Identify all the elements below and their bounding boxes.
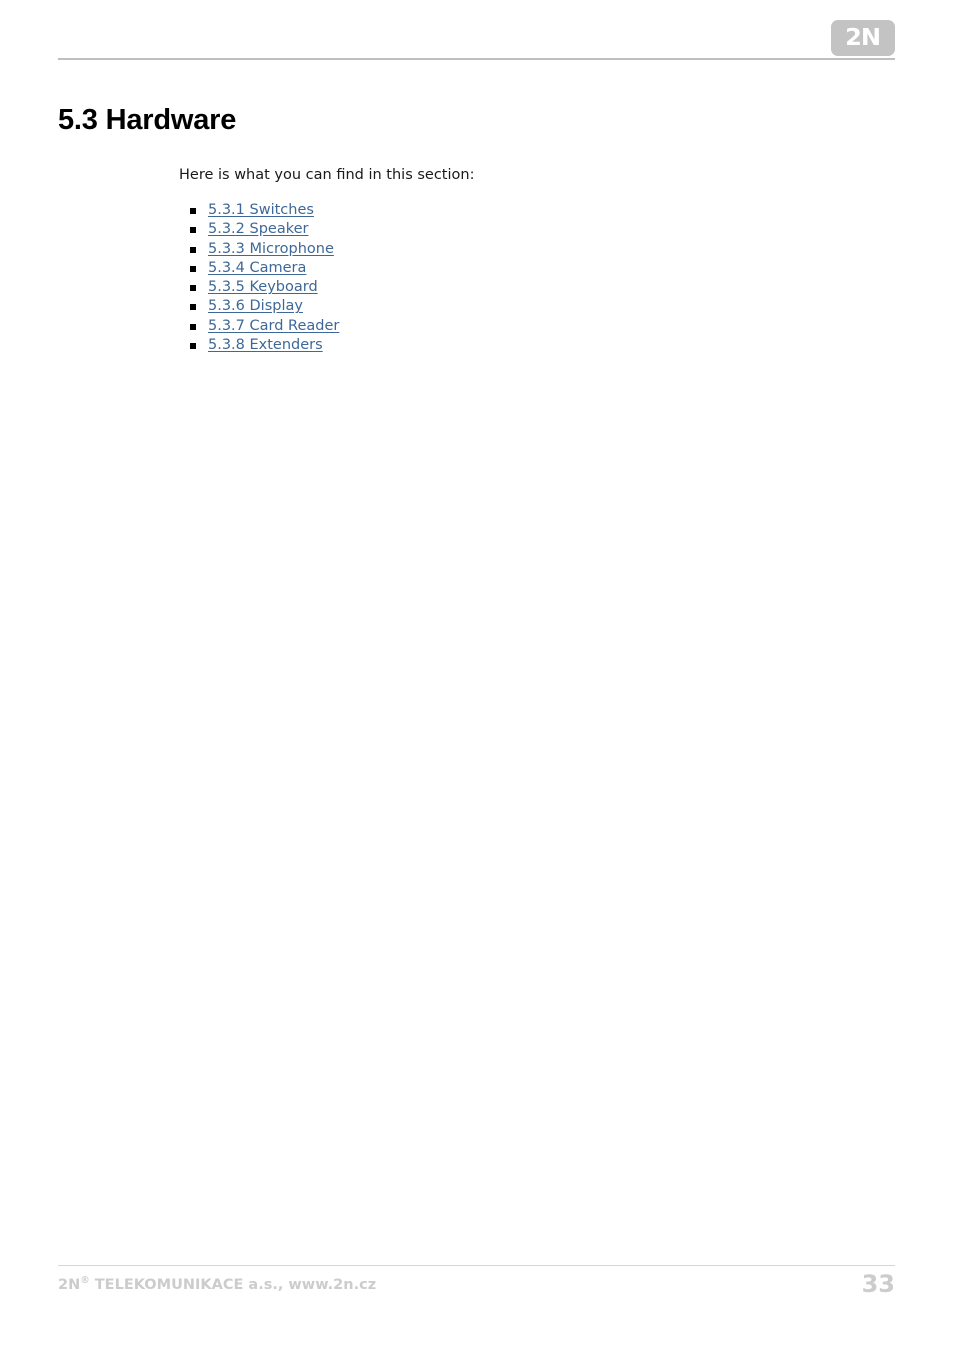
square-bullet-icon [190, 323, 196, 330]
section-link-5-3-6[interactable]: 5.3.6 Display [208, 298, 303, 314]
registered-trademark-icon: ® [80, 1275, 90, 1287]
list-item: 5.3.8 Extenders [190, 336, 895, 355]
square-bullet-icon [190, 207, 196, 214]
square-bullet-icon [190, 304, 196, 311]
square-bullet-icon [190, 246, 196, 253]
section-link-5-3-2[interactable]: 5.3.2 Speaker [208, 221, 308, 237]
list-item: 5.3.7 Card Reader [190, 317, 895, 336]
list-item: 5.3.1 Switches [190, 201, 895, 220]
footer-company-suffix: TELEKOMUNIKACE a.s., www.2n.cz [89, 1277, 377, 1293]
footer-company-text: 2N® TELEKOMUNIKACE a.s., www.2n.cz [58, 1275, 377, 1293]
footer-company-prefix: 2N [58, 1277, 81, 1293]
section-link-5-3-3[interactable]: 5.3.3 Microphone [208, 241, 334, 257]
section-link-5-3-7[interactable]: 5.3.7 Card Reader [208, 318, 339, 334]
page-footer: 2N® TELEKOMUNIKACE a.s., www.2n.cz 33 [0, 1250, 954, 1350]
square-bullet-icon [190, 227, 196, 234]
section-link-5-3-5[interactable]: 5.3.5 Keyboard [208, 279, 318, 295]
list-item: 5.3.5 Keyboard [190, 278, 895, 297]
list-item: 5.3.3 Microphone [190, 240, 895, 259]
page-number: 33 [861, 1270, 895, 1298]
intro-paragraph: Here is what you can find in this sectio… [179, 167, 475, 184]
list-item: 5.3.4 Camera [190, 259, 895, 278]
brand-logo-2n: 2N [831, 20, 895, 56]
square-bullet-icon [190, 285, 196, 292]
list-item: 5.3.6 Display [190, 297, 895, 316]
section-links-list: 5.3.1 Switches 5.3.2 Speaker 5.3.3 Micro… [58, 186, 895, 355]
section-link-5-3-1[interactable]: 5.3.1 Switches [208, 202, 314, 218]
brand-logo-label: 2N [845, 24, 882, 51]
page-content: 5.3 Hardware Here is what you can find i… [58, 104, 895, 355]
footer-divider [58, 1265, 895, 1266]
square-bullet-icon [190, 342, 196, 349]
page-title: 5.3 Hardware [58, 104, 237, 136]
page-header: 2N [0, 0, 954, 70]
list-item: 5.3.2 Speaker [190, 220, 895, 239]
document-page: 2N 5.3 Hardware Here is what you can fin… [0, 0, 954, 1350]
section-link-5-3-8[interactable]: 5.3.8 Extenders [208, 337, 323, 353]
square-bullet-icon [190, 265, 196, 272]
header-divider [58, 58, 895, 60]
section-link-5-3-4[interactable]: 5.3.4 Camera [208, 260, 306, 276]
